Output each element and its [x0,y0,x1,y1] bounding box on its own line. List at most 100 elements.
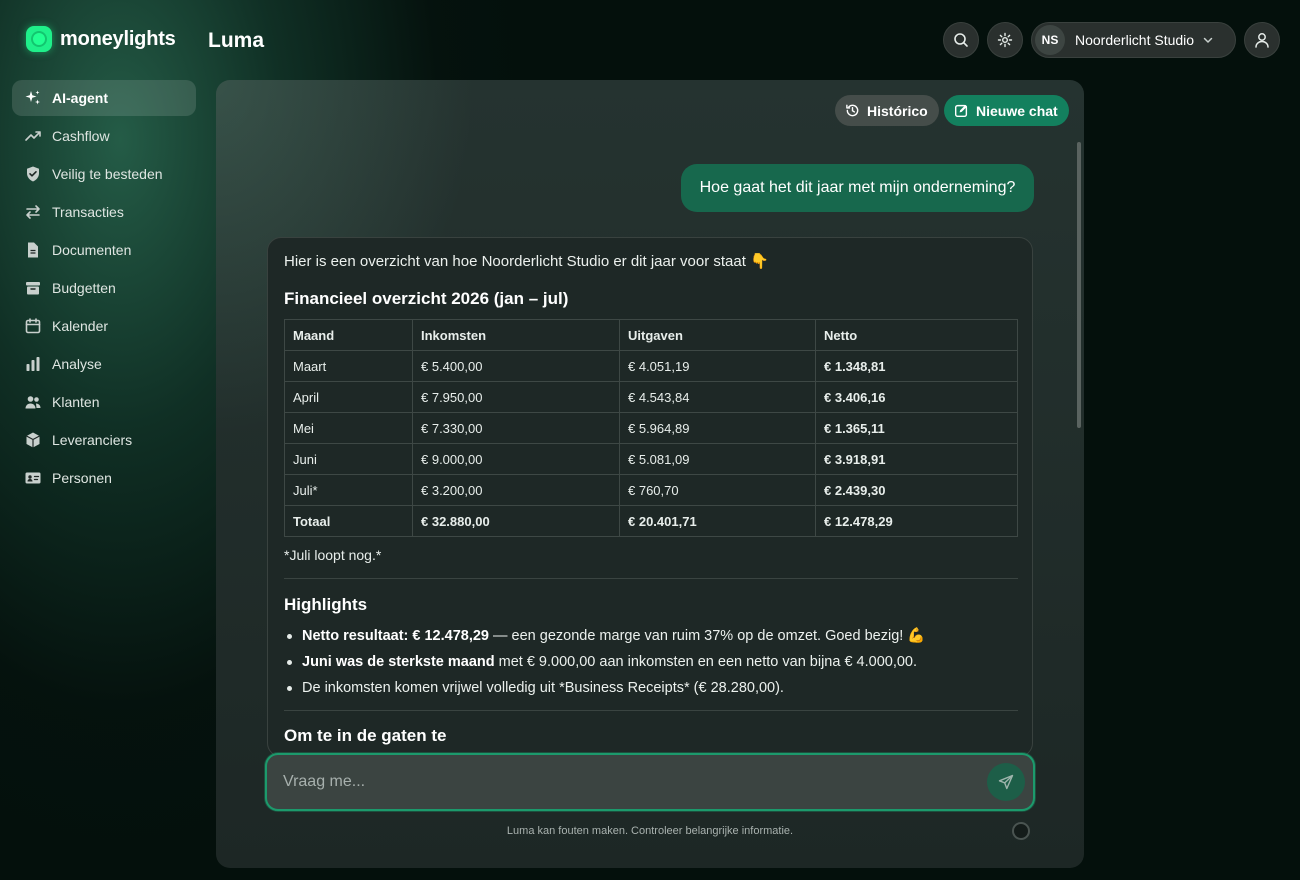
sidebar-item-label: Analyse [52,356,102,372]
sidebar-item-label: Klanten [52,394,100,410]
logo-text: moneylights [60,27,176,50]
table-cell: € 3.200,00 [412,474,620,506]
sidebar-item-klanten[interactable]: Klanten [12,384,196,420]
user-icon [1255,33,1269,48]
user-message: Hoe gaat het dit jaar met mijn ondernemi… [681,164,1034,212]
highlight-text: met € 9.000,00 aan inkomsten en een nett… [494,654,918,670]
table-row: April € 7.950,00 € 4.543,84 € 3.406,16 [284,381,1018,413]
org-name: Noorderlicht Studio [1075,32,1195,48]
calendar-icon [24,317,42,335]
table-cell: € 5.400,00 [412,350,620,382]
organization-switcher[interactable]: NS Noorderlicht Studio [1031,22,1236,58]
sidebar-item-transacties[interactable]: Transacties [12,194,196,230]
list-item: Juni was de sterkste maand met € 9.000,0… [286,653,925,679]
highlights-list: Netto resultaat: € 12.478,29 — een gezon… [286,627,925,705]
reply-intro: Hier is een overzicht van hoe Noorderlic… [284,253,769,270]
table-cell: € 3.918,91 [815,443,1018,475]
sidebar-item-label: Budgetten [52,280,116,296]
table-cell: € 3.406,16 [815,381,1018,413]
divider [284,710,1018,711]
table-cell: € 4.543,84 [619,381,816,413]
sidebar-item-cashflow[interactable]: Cashflow [12,118,196,154]
chat-scrollbar[interactable] [1077,142,1081,428]
table-cell: € 5.964,89 [619,412,816,444]
user-profile-button[interactable] [1244,22,1280,58]
history-label: Histórico [867,102,928,119]
column-header: Inkomsten [412,319,620,351]
table-cell: € 4.051,19 [619,350,816,382]
divider [284,578,1018,579]
cube-icon [24,431,42,449]
table-cell: € 2.439,30 [815,474,1018,506]
table-cell: € 760,70 [619,474,816,506]
sidebar: AI-agent Cashflow Veilig te besteden Tra… [12,80,196,498]
table-row: Mei € 7.330,00 € 5.964,89 € 1.365,11 [284,412,1018,444]
table-cell: Juni [284,443,413,475]
history-button[interactable]: Histórico [835,95,939,126]
sidebar-item-veilig-te-besteden[interactable]: Veilig te besteden [12,156,196,192]
shield-check-icon [24,165,42,183]
table-cell: Juli* [284,474,413,506]
table-row: Juli* € 3.200,00 € 760,70 € 2.439,30 [284,474,1018,506]
trend-up-icon [24,127,42,145]
new-chat-label: Nieuwe chat [976,102,1058,119]
highlight-text: De inkomsten komen vrijwel volledig uit … [302,680,784,696]
table-cell: € 20.401,71 [619,505,816,537]
sidebar-item-documenten[interactable]: Documenten [12,232,196,268]
settings-button[interactable] [987,22,1023,58]
table-cell: € 1.348,81 [815,350,1018,382]
users-icon [24,393,42,411]
history-icon [846,104,859,117]
sidebar-item-ai-agent[interactable]: AI-agent [12,80,196,116]
chat-panel: Histórico Nieuwe chat Hoe gaat het dit j… [216,80,1084,868]
page-title: Luma [208,29,265,52]
table-cell: € 5.081,09 [619,443,816,475]
list-item: Netto resultaat: € 12.478,29 — een gezon… [286,627,925,653]
search-button[interactable] [943,22,979,58]
search-icon [954,33,968,47]
assistant-message: Hier is een overzicht van hoe Noorderlic… [267,237,1033,757]
table-total-row: Totaal € 32.880,00 € 20.401,71 € 12.478,… [284,505,1018,537]
sparkles-icon [24,89,42,107]
list-item: De inkomsten komen vrijwel volledig uit … [286,679,925,705]
loading-spinner-icon [1012,822,1030,840]
table-cell: Mei [284,412,413,444]
chat-input-box [265,753,1035,811]
chevron-down-icon [1203,37,1213,43]
column-header: Netto [815,319,1018,351]
column-header: Maand [284,319,413,351]
sidebar-item-label: Leveranciers [52,432,133,448]
edit-icon [954,104,968,118]
sidebar-item-label: Cashflow [52,128,110,144]
table-row: Maart € 5.400,00 € 4.051,19 € 1.348,81 [284,350,1018,382]
table-cell: Maart [284,350,413,382]
send-button[interactable] [987,763,1025,801]
logo-icon [26,26,52,52]
document-icon [24,241,42,259]
table-cell: April [284,381,413,413]
table-cell: € 9.000,00 [412,443,620,475]
arrows-swap-icon [24,203,42,221]
sidebar-item-personen[interactable]: Personen [12,460,196,496]
table-header-row: Maand Inkomsten Uitgaven Netto [284,319,1018,351]
table-note: *Juli loopt nog.* [284,547,382,563]
brand-logo[interactable]: moneylights [26,26,176,52]
sidebar-item-kalender[interactable]: Kalender [12,308,196,344]
sidebar-item-label: Veilig te besteden [52,166,163,182]
sidebar-item-leveranciers[interactable]: Leveranciers [12,422,196,458]
send-icon [998,774,1014,790]
section-heading: Om te in de gaten te [284,726,447,745]
table-cell: Totaal [284,505,413,537]
sidebar-item-budgetten[interactable]: Budgetten [12,270,196,306]
new-chat-button[interactable]: Nieuwe chat [944,95,1069,126]
highlight-bold: Juni was de sterkste maand [302,654,495,670]
column-header: Uitgaven [619,319,816,351]
table-row: Juni € 9.000,00 € 5.081,09 € 3.918,91 [284,443,1018,475]
table-cell: € 32.880,00 [412,505,620,537]
chat-input[interactable] [283,755,963,809]
sidebar-item-label: Personen [52,470,112,486]
highlights-title: Highlights [284,595,368,614]
table-cell: € 1.365,11 [815,412,1018,444]
sidebar-item-label: Documenten [52,242,132,258]
sidebar-item-analyse[interactable]: Analyse [12,346,196,382]
